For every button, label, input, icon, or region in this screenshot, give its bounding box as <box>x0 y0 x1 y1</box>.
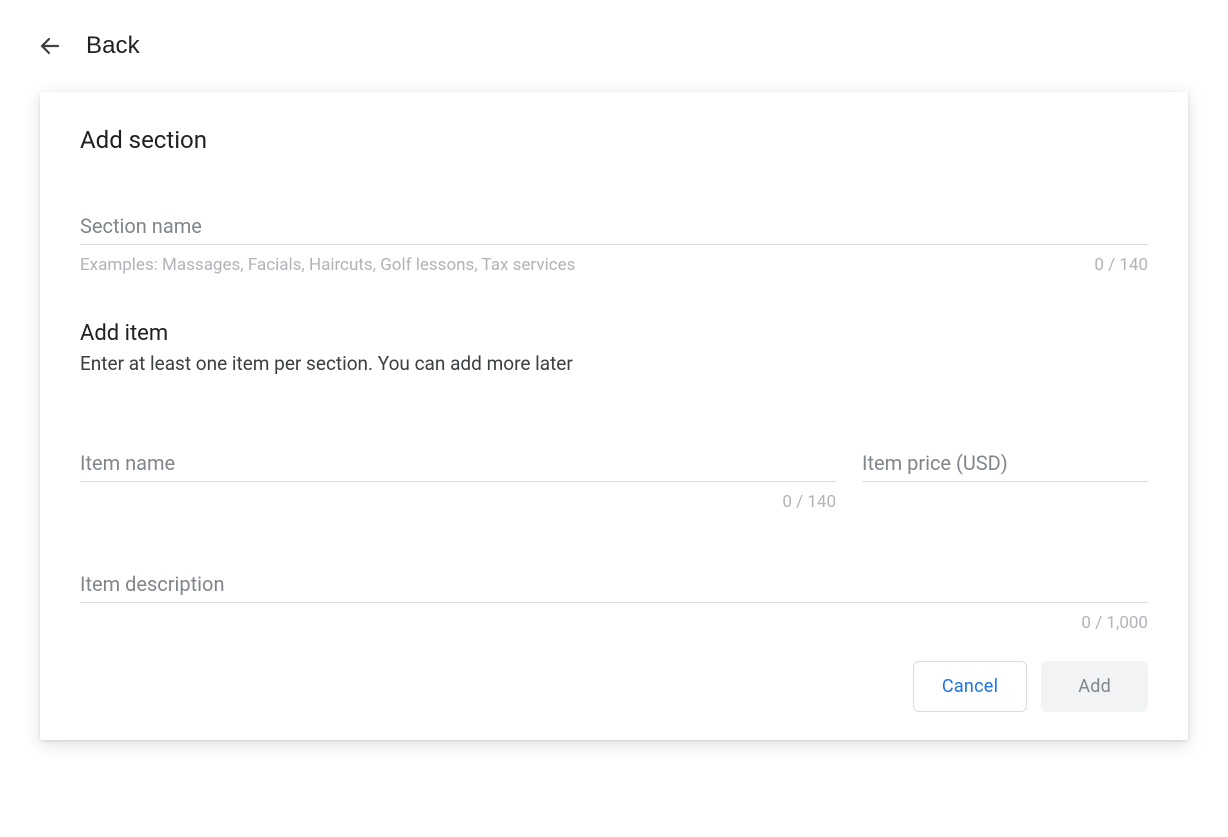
section-name-input[interactable] <box>80 210 1148 245</box>
item-description-counter: 0 / 1,000 <box>1081 613 1148 633</box>
item-price-input[interactable] <box>862 447 1148 482</box>
item-description-field: 0 / 1,000 <box>80 568 1148 633</box>
back-label: Back <box>86 32 140 60</box>
add-item-subtitle: Enter at least one item per section. You… <box>80 352 1148 375</box>
dialog-actions: Cancel Add <box>80 661 1148 712</box>
arrow-left-icon <box>38 34 62 58</box>
card-title: Add section <box>80 126 1148 154</box>
section-name-helper: Examples: Massages, Facials, Haircuts, G… <box>80 255 575 275</box>
back-button[interactable]: Back <box>38 32 140 60</box>
add-item-block: Add item Enter at least one item per sec… <box>80 321 1148 375</box>
item-price-field <box>862 447 1148 482</box>
top-bar: Back <box>0 0 1228 92</box>
item-name-field: 0 / 140 <box>80 447 836 512</box>
add-button[interactable]: Add <box>1041 661 1148 712</box>
item-name-counter: 0 / 140 <box>782 492 836 512</box>
section-name-field: Examples: Massages, Facials, Haircuts, G… <box>80 210 1148 275</box>
item-row: 0 / 140 <box>80 439 1148 512</box>
section-name-counter: 0 / 140 <box>1094 255 1148 275</box>
add-section-card: Add section Examples: Massages, Facials,… <box>40 92 1188 740</box>
item-name-input[interactable] <box>80 447 836 482</box>
item-description-input[interactable] <box>80 568 1148 603</box>
cancel-button[interactable]: Cancel <box>913 661 1027 712</box>
add-item-title: Add item <box>80 321 1148 346</box>
